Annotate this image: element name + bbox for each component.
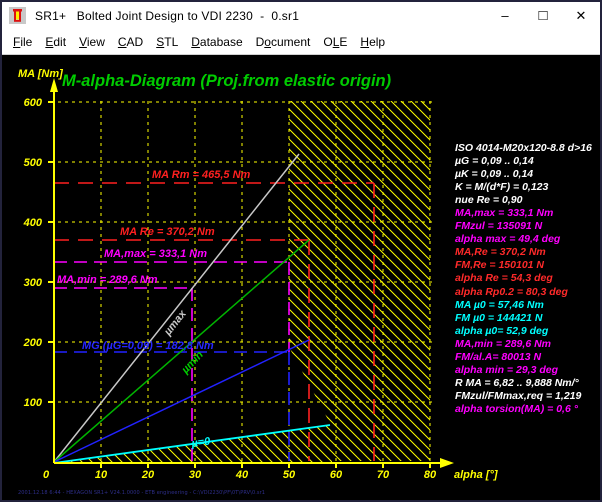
svg-text:60: 60	[330, 469, 343, 481]
svg-text:100: 100	[24, 397, 43, 409]
window-title: SR1+ Bolted Joint Design to VDI 2230 - 0…	[35, 9, 299, 23]
menu-stl[interactable]: STL	[156, 35, 178, 49]
legend-line: FMzul = 135091 N	[455, 220, 602, 233]
x-axis-label: alpha [°]	[454, 469, 498, 481]
legend-line: MA,max = 333,1 Nm	[455, 207, 602, 220]
bolt-icon	[9, 7, 26, 24]
svg-text:200: 200	[23, 337, 43, 349]
ma-max-label: MA,max = 333,1 Nm	[104, 248, 207, 260]
x-axis-arrow-icon	[440, 458, 454, 468]
mu-max-line	[54, 154, 299, 462]
chart-annotations: MA Rm = 465,5 Nm MA Re = 370,2 Nm MA,max…	[57, 169, 251, 450]
x-tick-labels: 0 10 20 30 40 50 60 70 80	[43, 469, 437, 481]
legend-line: MA,min = 289,6 Nm	[455, 338, 602, 351]
hatch-right-block	[289, 101, 430, 461]
legend-line: R MA = 6,82 .. 9,888 Nm/°	[455, 377, 602, 390]
svg-text:80: 80	[424, 469, 437, 481]
menu-edit[interactable]: Edit	[45, 35, 66, 49]
menu-ole[interactable]: OLE	[323, 35, 347, 49]
status-bar: 2001.12.18 6:44 - HEXAGON SR1+ V24.1.000…	[18, 490, 265, 496]
svg-text:70: 70	[377, 469, 390, 481]
legend-line: alpha min = 29,3 deg	[455, 364, 602, 377]
menu-file[interactable]: File	[13, 35, 32, 49]
title-bar: SR1+ Bolted Joint Design to VDI 2230 - 0…	[2, 2, 600, 29]
app-window: SR1+ Bolted Joint Design to VDI 2230 - 0…	[0, 0, 602, 502]
legend-line: ISO 4014-M20x120-8.8 d>16	[455, 142, 602, 155]
menu-view[interactable]: View	[79, 35, 105, 49]
legend-line: alpha µ0= 52,9 deg	[455, 325, 602, 338]
legend-line: µK = 0,09 .. 0,14	[455, 168, 602, 181]
svg-text:10: 10	[95, 469, 108, 481]
menu-cad[interactable]: CAD	[118, 35, 143, 49]
legend-line: MA,Re = 370,2 Nm	[455, 246, 602, 259]
y-tick-labels: 600 500 400 300 200 100	[23, 97, 43, 409]
svg-text:400: 400	[23, 217, 43, 229]
legend-line: FM/al.A= 80013 N	[455, 351, 602, 364]
legend-line: FM µ0 = 144421 N	[455, 312, 602, 325]
y-axis-label: MA [Nm]	[18, 68, 63, 80]
svg-text:30: 30	[189, 469, 202, 481]
svg-text:500: 500	[24, 157, 43, 169]
legend-line: alpha max = 49,4 deg	[455, 233, 602, 246]
legend-line: MA µ0 = 57,46 Nm	[455, 299, 602, 312]
results-legend: ISO 4014-M20x120-8.8 d>16 µG = 0,09 .. 0…	[455, 142, 602, 416]
close-button[interactable]: ✕	[562, 2, 600, 29]
svg-text:50: 50	[283, 469, 296, 481]
menu-document[interactable]: Document	[256, 35, 311, 49]
svg-text:600: 600	[24, 97, 43, 109]
legend-line: alpha torsion(MA) = 0,6 °	[455, 403, 602, 416]
legend-line: K = M/(d*F) = 0,123	[455, 181, 602, 194]
window-controls: – □ ✕	[486, 2, 600, 29]
maximize-button[interactable]: □	[524, 2, 562, 29]
chart-area: MA [Nm] alpha [°] M-alpha-Diagram (Proj.…	[2, 55, 600, 500]
legend-line: FM,Re = 150101 N	[455, 259, 602, 272]
legend-line: µG = 0,09 .. 0,14	[455, 155, 602, 168]
ma-min-label: MA,min = 289,6 Nm	[57, 274, 158, 286]
ma-re-label: MA Re = 370,2 Nm	[120, 226, 215, 238]
legend-line: FMzul/FMmax,req = 1,219	[455, 390, 602, 403]
svg-text:300: 300	[24, 277, 43, 289]
svg-text:0: 0	[43, 469, 50, 481]
svg-text:20: 20	[141, 469, 155, 481]
menu-database[interactable]: Database	[191, 35, 242, 49]
menu-help[interactable]: Help	[360, 35, 385, 49]
menu-bar: File Edit View CAD STL Database Document…	[2, 29, 600, 55]
legend-line: alpha Rp0.2 = 80,3 deg	[455, 286, 602, 299]
chart-title: M-alpha-Diagram (Proj.from elastic origi…	[62, 72, 392, 90]
ma-rm-label: MA Rm = 465,5 Nm	[152, 169, 251, 181]
svg-text:40: 40	[235, 469, 249, 481]
legend-line: alpha Re = 54,3 deg	[455, 272, 602, 285]
legend-line: nue Re = 0,90	[455, 194, 602, 207]
y-axis-arrow-icon	[50, 78, 58, 92]
mg-label: MG (µG=0,09) = 182,8 Nm	[82, 340, 214, 352]
minimize-button[interactable]: –	[486, 2, 524, 29]
